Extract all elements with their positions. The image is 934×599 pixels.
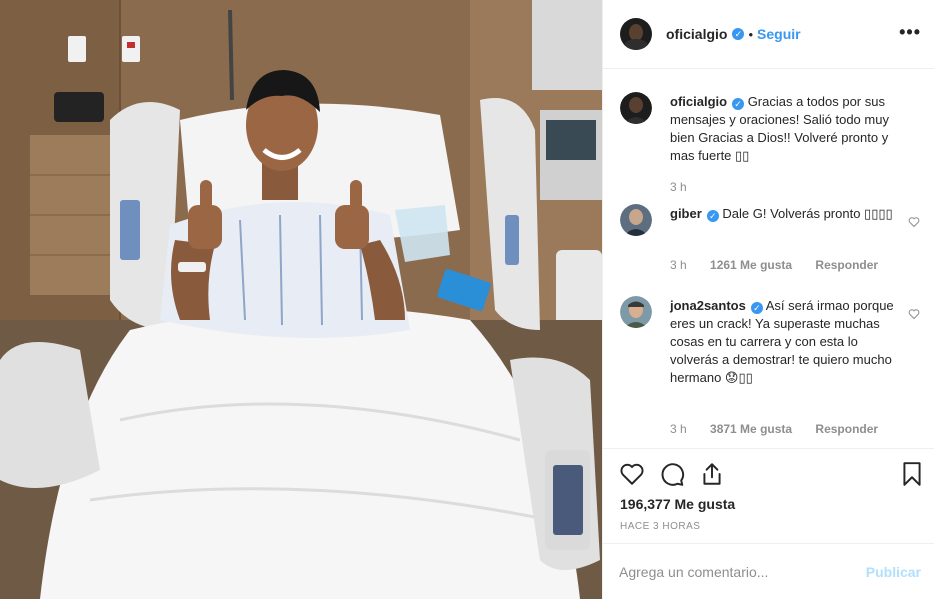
post-header: oficialgio ✓ • Seguir ••• xyxy=(603,0,934,69)
comment-likes[interactable]: 3871 Me gusta xyxy=(710,422,792,436)
comment-time[interactable]: 3 h xyxy=(670,258,687,272)
comments-list[interactable]: oficialgio ✓ Gracias a todos por sus mens… xyxy=(603,70,934,448)
verified-badge-icon: ✓ xyxy=(732,28,745,40)
likes-count[interactable]: 196,377 Me gusta xyxy=(620,496,735,512)
add-comment-section: Publicar xyxy=(603,543,934,599)
verified-badge-icon: ✓ xyxy=(732,98,745,110)
comment-text: Dale G! Volverás pronto ▯▯▯▯ xyxy=(722,206,893,221)
more-options-icon[interactable]: ••• xyxy=(899,22,921,43)
hospital-photo-illustration xyxy=(0,0,602,599)
follow-button[interactable]: Seguir xyxy=(757,26,801,42)
comment-time[interactable]: 3 h xyxy=(670,422,687,436)
comment-heart-icon[interactable] xyxy=(908,308,920,320)
caption-avatar[interactable] xyxy=(620,92,652,124)
reply-button[interactable]: Responder xyxy=(815,258,878,272)
comment-input[interactable] xyxy=(619,564,839,580)
author-avatar[interactable] xyxy=(620,18,652,50)
comment-heart-icon[interactable] xyxy=(908,216,920,228)
comment-meta: 3 h 3871 Me gusta Responder xyxy=(670,422,898,436)
bookmark-icon[interactable] xyxy=(899,461,925,487)
comment-username[interactable]: jona2santos xyxy=(670,298,746,313)
post-side-panel: oficialgio ✓ • Seguir ••• oficialgio ✓ Gr… xyxy=(602,0,934,599)
heart-icon[interactable] xyxy=(619,461,645,487)
comment-username[interactable]: giber xyxy=(670,206,702,221)
comment-time[interactable]: 3 h xyxy=(670,180,687,194)
author-username[interactable]: oficialgio xyxy=(666,26,727,42)
comment-bubble-icon[interactable] xyxy=(659,461,685,487)
verified-badge-icon: ✓ xyxy=(750,302,763,314)
separator-dot: • xyxy=(748,26,754,42)
publish-button[interactable]: Publicar xyxy=(866,564,921,580)
share-icon[interactable] xyxy=(699,461,725,487)
comment-likes[interactable]: 1261 Me gusta xyxy=(710,258,792,272)
comment-text-block: giber ✓ Dale G! Volverás pronto ▯▯▯▯ xyxy=(670,205,906,223)
comment-meta: 3 h 1261 Me gusta Responder xyxy=(670,258,898,272)
posted-time[interactable]: HACE 3 HORAS xyxy=(620,521,700,532)
comment-meta: 3 h xyxy=(670,180,707,194)
comment-text-block: jona2santos ✓ Así será irmao porque eres … xyxy=(670,297,906,387)
post-photo[interactable] xyxy=(0,0,602,599)
post-actions: 196,377 Me gusta HACE 3 HORAS xyxy=(603,448,934,544)
reply-button[interactable]: Responder xyxy=(815,422,878,436)
commenter-avatar[interactable] xyxy=(620,204,652,236)
comment-username[interactable]: oficialgio xyxy=(670,94,727,109)
caption-text-block: oficialgio ✓ Gracias a todos por sus mens… xyxy=(670,93,906,165)
commenter-avatar[interactable] xyxy=(620,296,652,328)
verified-badge-icon: ✓ xyxy=(706,210,719,222)
